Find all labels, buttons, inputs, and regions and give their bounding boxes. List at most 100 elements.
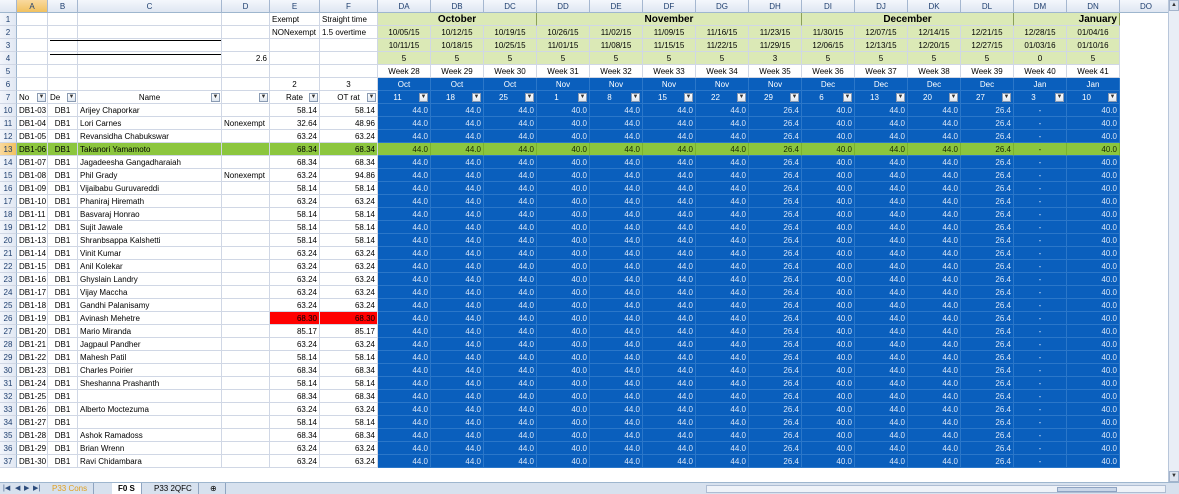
employee-number[interactable]: DB1-04 [17,117,48,130]
hours-cell[interactable]: 44.0 [431,299,484,312]
department[interactable]: DB1 [48,312,78,325]
hours-cell[interactable]: 44.0 [855,195,908,208]
hours-cell[interactable]: 44.0 [484,416,537,429]
employee-number[interactable]: DB1-28 [17,429,48,442]
department[interactable]: DB1 [48,403,78,416]
hours-cell[interactable]: 40.0 [537,221,590,234]
hours-cell[interactable]: 44.0 [431,182,484,195]
hours-cell[interactable]: 44.0 [855,299,908,312]
hours-cell[interactable]: 26.4 [961,169,1014,182]
hours-cell[interactable]: 44.0 [431,273,484,286]
ot-rate-cell[interactable]: 63.24 [320,299,378,312]
employee-type[interactable] [222,442,270,455]
hours-cell[interactable]: 44.0 [431,455,484,468]
employee-number[interactable]: DB1-10 [17,195,48,208]
row-number[interactable]: 22 [0,260,17,273]
hours-cell[interactable]: 40.0 [1067,455,1120,468]
column-header-dh[interactable]: DH [749,0,802,13]
hours-cell[interactable]: 44.0 [590,273,643,286]
hours-cell[interactable]: 26.4 [961,195,1014,208]
hours-cell[interactable]: 44.0 [590,299,643,312]
employee-type[interactable] [222,299,270,312]
hours-cell[interactable]: 44.0 [855,286,908,299]
hours-cell[interactable]: 26.4 [749,195,802,208]
hours-cell[interactable]: 44.0 [590,442,643,455]
hours-cell[interactable]: 44.0 [696,208,749,221]
hours-cell[interactable]: 44.0 [643,416,696,429]
ot-rate-cell[interactable]: 68.34 [320,143,378,156]
row-number[interactable]: 23 [0,273,17,286]
rate-cell[interactable]: 68.34 [270,390,320,403]
hours-cell[interactable]: 44.0 [484,364,537,377]
hours-cell[interactable]: 44.0 [378,338,431,351]
hours-cell[interactable]: 44.0 [378,143,431,156]
hours-cell[interactable]: 26.4 [961,390,1014,403]
hours-cell[interactable]: 44.0 [855,351,908,364]
hours-cell[interactable]: 26.4 [961,455,1014,468]
hours-cell[interactable]: 44.0 [643,195,696,208]
hours-cell[interactable]: 44.0 [643,364,696,377]
hours-cell[interactable]: 44.0 [696,351,749,364]
employee-number[interactable]: DB1-08 [17,169,48,182]
ot-rate-cell[interactable]: 85.17 [320,325,378,338]
hours-cell[interactable]: 40.0 [537,390,590,403]
row-number[interactable]: 31 [0,377,17,390]
hours-cell[interactable]: 40.0 [537,455,590,468]
filter-dropdown-icon[interactable]: ▼ [309,93,318,102]
hours-cell[interactable]: 44.0 [696,247,749,260]
hours-cell[interactable]: 40.0 [1067,299,1120,312]
hours-cell[interactable]: 40.0 [1067,338,1120,351]
hours-cell[interactable]: 44.0 [431,221,484,234]
hours-cell[interactable]: 44.0 [696,455,749,468]
tab-p33-2qfc[interactable]: P33 2QFC [148,483,199,494]
department[interactable]: DB1 [48,377,78,390]
hours-cell[interactable]: 40.0 [1067,182,1120,195]
hours-cell[interactable]: 44.0 [484,442,537,455]
ot-rate-cell[interactable]: 68.34 [320,156,378,169]
hours-cell[interactable]: 26.4 [749,325,802,338]
hours-cell[interactable]: 44.0 [590,208,643,221]
employee-name[interactable]: Vijay Maccha [78,286,222,299]
next-sheet-icon[interactable]: ▶ [24,484,29,492]
rate-cell[interactable]: 58.14 [270,182,320,195]
hours-cell[interactable]: 40.0 [537,403,590,416]
hours-cell[interactable]: 44.0 [643,221,696,234]
hours-cell[interactable]: 26.4 [749,312,802,325]
hours-cell[interactable]: 44.0 [908,117,961,130]
employee-type[interactable] [222,182,270,195]
employee-type[interactable] [222,104,270,117]
hours-cell[interactable]: 44.0 [908,338,961,351]
hours-cell[interactable]: 44.0 [908,247,961,260]
hours-cell[interactable]: 44.0 [643,403,696,416]
hours-cell[interactable]: 44.0 [696,182,749,195]
hours-cell[interactable]: 44.0 [484,247,537,260]
hours-cell[interactable]: 26.4 [961,299,1014,312]
hours-cell[interactable]: 44.0 [643,234,696,247]
vertical-scrollbar[interactable]: ▲ ▼ [1168,0,1179,482]
department[interactable]: DB1 [48,390,78,403]
employee-number[interactable]: DB1-25 [17,390,48,403]
hours-cell[interactable]: - [1014,403,1067,416]
employee-type[interactable] [222,143,270,156]
rate-cell[interactable]: 63.24 [270,338,320,351]
hours-cell[interactable]: 44.0 [590,221,643,234]
department[interactable]: DB1 [48,208,78,221]
column-header-b[interactable]: B [48,0,78,13]
ot-rate-cell[interactable]: 58.14 [320,221,378,234]
hours-cell[interactable]: - [1014,247,1067,260]
column-header-c[interactable]: C [78,0,222,13]
hours-cell[interactable]: 44.0 [484,273,537,286]
hours-cell[interactable]: 26.4 [749,156,802,169]
hours-cell[interactable]: 40.0 [802,182,855,195]
department[interactable]: DB1 [48,117,78,130]
column-header-do[interactable]: DO [1120,0,1173,13]
hours-cell[interactable]: 44.0 [484,143,537,156]
department[interactable]: DB1 [48,195,78,208]
hours-cell[interactable]: 40.0 [537,429,590,442]
hours-cell[interactable]: 44.0 [908,130,961,143]
hours-cell[interactable]: - [1014,377,1067,390]
hours-cell[interactable]: 44.0 [378,377,431,390]
hours-cell[interactable]: 44.0 [590,182,643,195]
hours-cell[interactable]: - [1014,390,1067,403]
row-number[interactable]: 28 [0,338,17,351]
